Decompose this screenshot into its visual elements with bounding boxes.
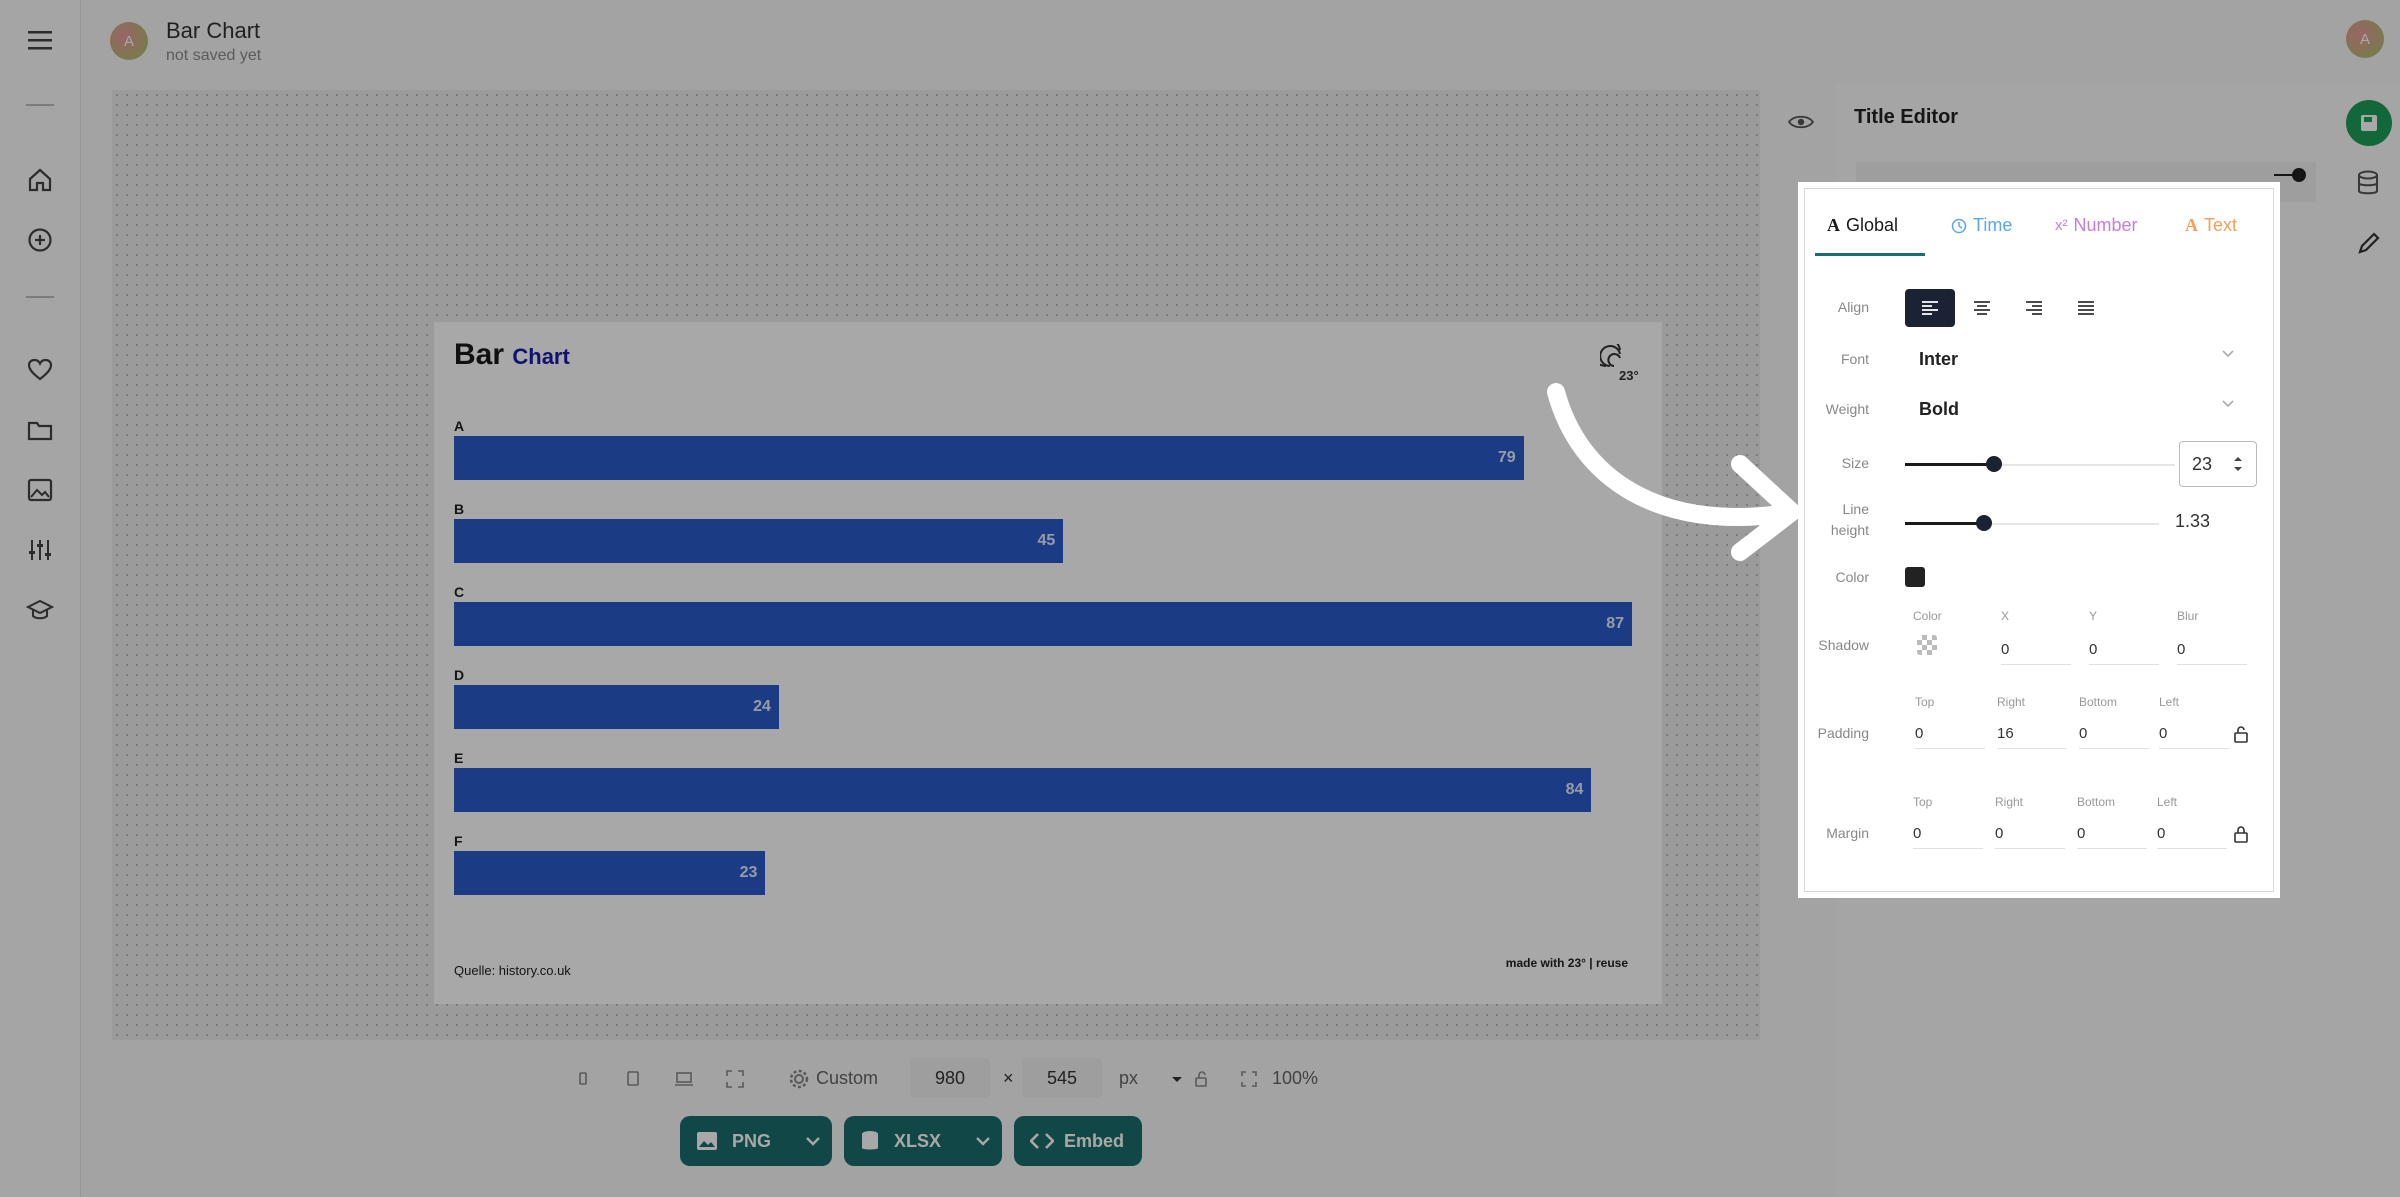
line-height-slider-thumb[interactable] — [1976, 515, 1992, 531]
tab-number[interactable]: x² Number — [2055, 215, 2138, 236]
align-left-icon — [1922, 301, 1938, 315]
line-height-slider-fill — [1905, 522, 1983, 525]
align-right-icon — [2026, 301, 2042, 315]
shadow-y-caption: Y — [2089, 609, 2098, 623]
line-height-label-1: Line — [1842, 501, 1869, 517]
margin-right-caption: Right — [1995, 795, 2024, 809]
superscript-icon: x² — [2055, 217, 2068, 234]
padding-top-caption: Top — [1915, 695, 1935, 709]
shadow-label: Shadow — [1818, 637, 1869, 653]
tab-text[interactable]: A Text — [2185, 215, 2237, 236]
chevron-down-icon[interactable] — [2221, 349, 2235, 359]
margin-top-input[interactable]: 0 — [1913, 825, 1983, 849]
line-height-input[interactable]: 1.33 — [2175, 511, 2210, 532]
font-a-icon: A — [1827, 215, 1840, 235]
padding-label: Padding — [1817, 725, 1869, 741]
font-label: Font — [1840, 351, 1869, 367]
weight-label: Weight — [1825, 401, 1869, 417]
align-left-button[interactable] — [1905, 289, 1955, 327]
transparent-color-icon[interactable] — [1917, 635, 1937, 655]
padding-right-caption: Right — [1997, 695, 2026, 709]
font-select[interactable]: Inter — [1919, 349, 1958, 370]
shadow-blur-caption: Blur — [2177, 609, 2199, 623]
padding-bottom-caption: Bottom — [2079, 695, 2118, 709]
arrow-icon — [1547, 383, 1801, 561]
lock-icon[interactable] — [2233, 825, 2249, 843]
tab-global-label: Global — [1846, 215, 1899, 235]
align-center-icon — [1974, 301, 1990, 315]
shadow-y-input[interactable]: 0 — [2089, 641, 2159, 665]
tab-time[interactable]: Time — [1951, 215, 2012, 236]
shadow-x-input[interactable]: 0 — [2001, 641, 2071, 665]
align-center-button[interactable] — [1957, 289, 2007, 327]
size-slider-fill — [1905, 463, 1993, 466]
unlock-icon[interactable] — [2233, 725, 2249, 743]
tab-text-label: Text — [2204, 215, 2238, 235]
margin-bottom-caption: Bottom — [2077, 795, 2116, 809]
tab-global[interactable]: A Global — [1827, 215, 1898, 236]
align-label: Align — [1837, 299, 1869, 315]
size-label: Size — [1841, 455, 1869, 471]
active-tab-indicator — [1815, 253, 1925, 256]
style-tabs: A Global Time x² Number A Text — [1815, 207, 2265, 257]
shadow-blur-input[interactable]: 0 — [2177, 641, 2247, 665]
size-value: 23 — [2192, 454, 2213, 474]
stepper-icon — [2234, 457, 2242, 471]
padding-right-input[interactable]: 16 — [1997, 725, 2067, 749]
align-justify-icon — [2078, 301, 2094, 315]
margin-top-caption: Top — [1913, 795, 1933, 809]
padding-left-input[interactable]: 0 — [2159, 725, 2229, 749]
color-swatch[interactable] — [1905, 567, 1925, 587]
font-a-icon: A — [2185, 215, 2198, 235]
align-justify-button[interactable] — [2061, 289, 2111, 327]
tab-time-label: Time — [1973, 215, 2013, 235]
margin-label: Margin — [1826, 825, 1869, 841]
clock-icon — [1951, 218, 1967, 233]
text-style-popup: A Global Time x² Number A Text Align Fon… — [1804, 188, 2274, 892]
size-slider-thumb[interactable] — [1986, 456, 2002, 472]
padding-bottom-input[interactable]: 0 — [2079, 725, 2149, 749]
align-right-button[interactable] — [2009, 289, 2059, 327]
margin-left-caption: Left — [2157, 795, 2178, 809]
padding-left-caption: Left — [2159, 695, 2180, 709]
line-height-label-2: height — [1830, 522, 1869, 538]
weight-select[interactable]: Bold — [1919, 399, 1959, 420]
shadow-x-caption: X — [2001, 609, 2010, 623]
size-input[interactable]: 23 — [2179, 441, 2257, 487]
color-label: Color — [1835, 569, 1869, 585]
chevron-down-icon[interactable] — [2221, 399, 2235, 409]
tab-number-label: Number — [2073, 215, 2138, 235]
padding-top-input[interactable]: 0 — [1915, 725, 1985, 749]
shadow-color-caption: Color — [1913, 609, 1942, 623]
margin-bottom-input[interactable]: 0 — [2077, 825, 2147, 849]
margin-left-input[interactable]: 0 — [2157, 825, 2227, 849]
margin-right-input[interactable]: 0 — [1995, 825, 2065, 849]
